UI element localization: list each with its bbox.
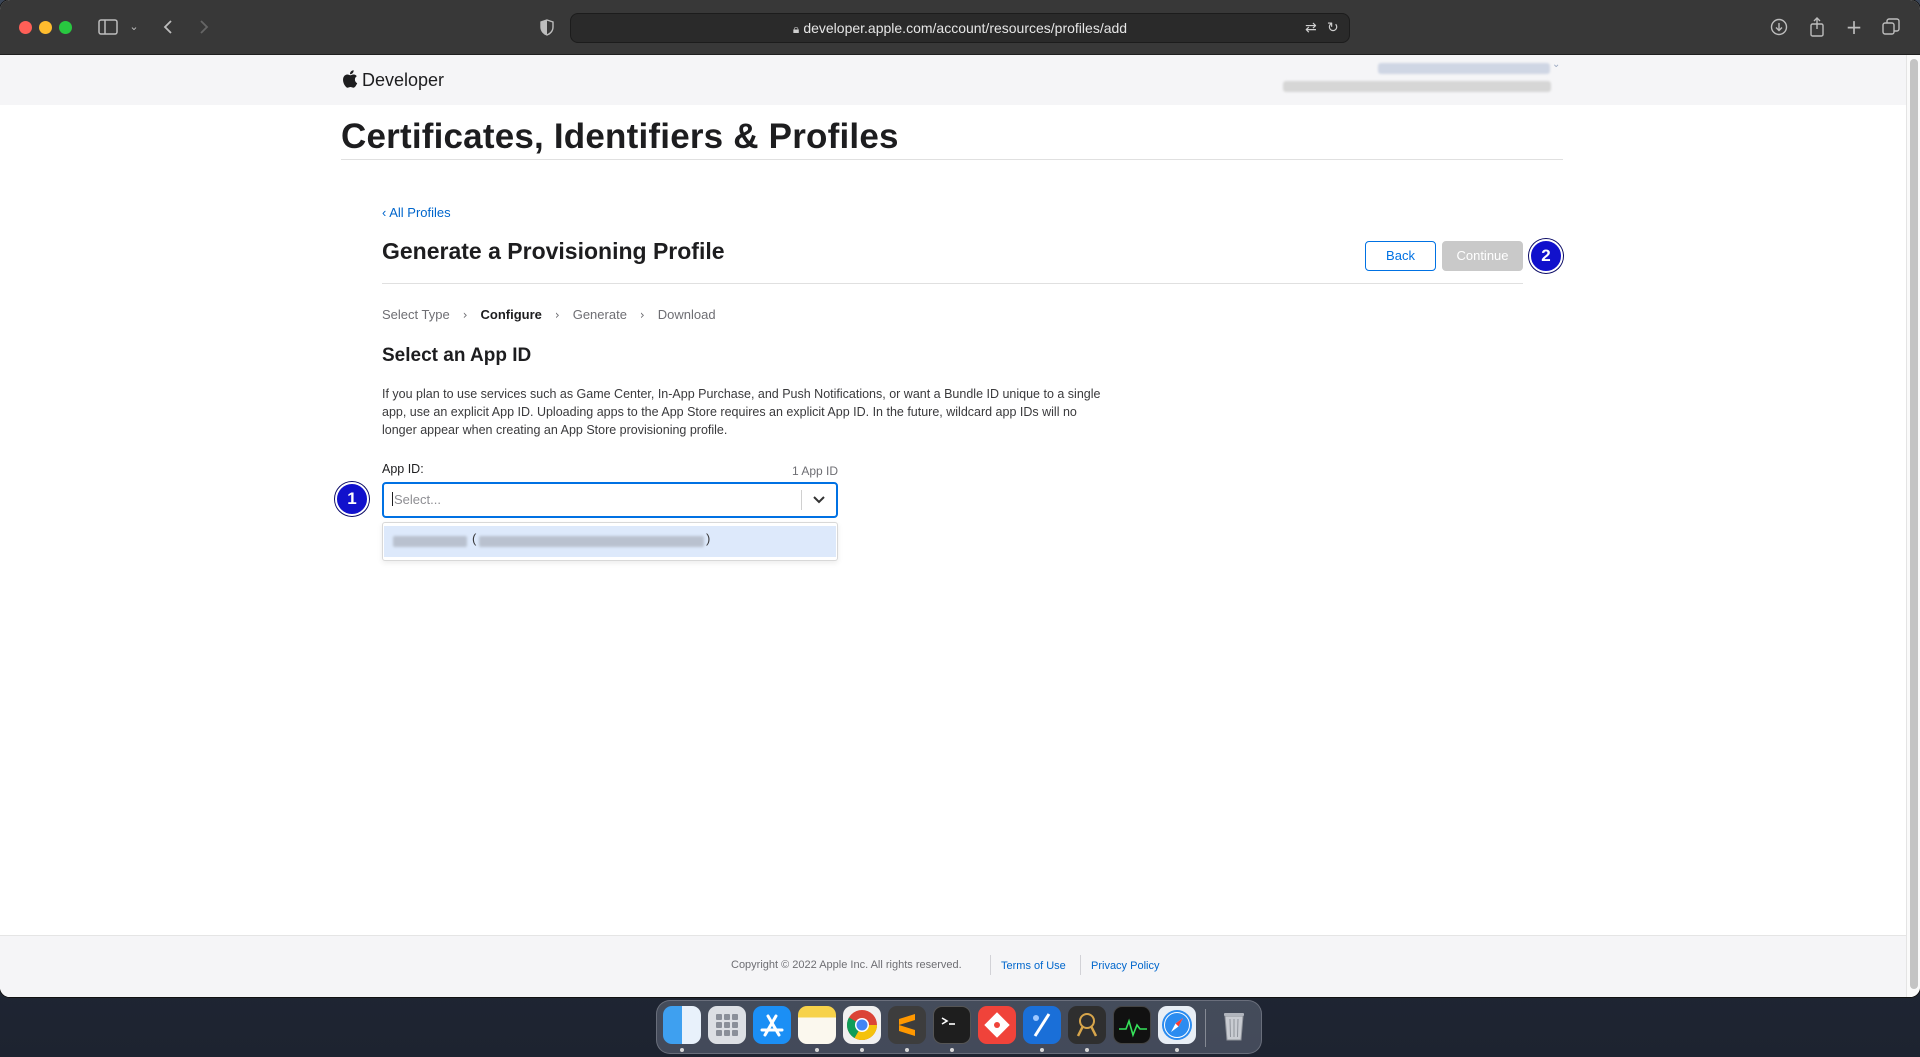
xcode-icon[interactable]	[1023, 1006, 1061, 1044]
chevron-right-icon: ›	[639, 308, 645, 322]
finder-icon[interactable]	[663, 1006, 701, 1044]
back-arrow-icon[interactable]	[158, 14, 178, 40]
developer-logo[interactable]: Developer	[342, 65, 444, 95]
dropdown-option[interactable]: ( )	[384, 526, 836, 557]
page-title: Certificates, Identifiers & Profiles	[341, 117, 899, 156]
privacy-policy-link[interactable]: Privacy Policy	[1091, 960, 1159, 972]
privacy-shield-icon[interactable]	[536, 14, 558, 40]
section-title: Generate a Provisioning Profile	[382, 238, 725, 264]
trash-icon[interactable]	[1215, 1006, 1253, 1044]
running-indicator	[860, 1048, 864, 1052]
annotation-badge-1: 1	[335, 482, 369, 516]
step-generate: Generate	[572, 307, 627, 322]
chevron-right-icon: ›	[462, 308, 468, 322]
select-separator	[801, 490, 802, 510]
section-divider	[382, 283, 1523, 284]
lock-icon: 🔒︎	[792, 22, 800, 36]
close-window-button[interactable]	[19, 21, 32, 34]
git-client-icon[interactable]	[978, 1006, 1016, 1044]
dock	[656, 1000, 1262, 1054]
terminal-icon[interactable]	[933, 1006, 971, 1044]
scrollbar-thumb[interactable]	[1910, 59, 1918, 989]
open-paren: (	[472, 531, 477, 546]
running-indicator	[1040, 1048, 1044, 1052]
reload-icon[interactable]: ↻	[1327, 14, 1339, 42]
app-store-icon[interactable]	[753, 1006, 791, 1044]
step-configure: Configure	[480, 307, 542, 322]
running-indicator	[1175, 1048, 1179, 1052]
app-id-dropdown: ( )	[382, 522, 838, 561]
footer-separator	[990, 955, 991, 975]
chrome-icon[interactable]	[843, 1006, 881, 1044]
downloads-icon[interactable]	[1768, 14, 1790, 40]
copyright-text: Copyright © 2022 Apple Inc. All rights r…	[731, 959, 962, 971]
all-profiles-link[interactable]: ‹ All Profiles	[382, 205, 451, 220]
step-select-type: Select Type	[382, 307, 450, 322]
running-indicator	[950, 1048, 954, 1052]
share-icon[interactable]	[1806, 14, 1828, 40]
notes-icon[interactable]	[798, 1006, 836, 1044]
back-button[interactable]: Back	[1365, 241, 1436, 271]
sublime-text-icon[interactable]	[888, 1006, 926, 1044]
launchpad-icon[interactable]	[708, 1006, 746, 1044]
forward-arrow-icon[interactable]	[194, 14, 214, 40]
chevron-right-icon: ›	[554, 308, 560, 322]
account-name-redacted[interactable]	[1378, 63, 1550, 74]
apple-logo-icon	[343, 70, 358, 88]
bundle-id-redacted	[479, 536, 704, 547]
account-chevron-icon[interactable]: ⌄	[1552, 59, 1560, 70]
step-breadcrumb: Select Type › Configure › Generate › Download	[382, 307, 716, 322]
sidebar-toggle-icon[interactable]	[96, 14, 120, 40]
instruments-icon[interactable]	[1068, 1006, 1106, 1044]
minimize-window-button[interactable]	[39, 21, 52, 34]
new-tab-icon[interactable]: +	[1843, 14, 1865, 40]
brand-text: Developer	[362, 70, 445, 90]
app-id-count: 1 App ID	[791, 464, 838, 478]
vertical-scrollbar[interactable]	[1906, 55, 1920, 997]
address-bar[interactable]: 🔒︎ developer.apple.com/account/resources/…	[570, 13, 1350, 43]
app-id-select[interactable]: Select...	[382, 482, 838, 518]
zoom-window-button[interactable]	[59, 21, 72, 34]
activity-monitor-icon[interactable]	[1113, 1006, 1151, 1044]
global-nav: Developer ⌄	[0, 55, 1906, 105]
chevron-down-icon[interactable]	[808, 490, 830, 510]
web-page: Developer ⌄ Certificates, Identifiers & …	[0, 55, 1906, 997]
description-text: If you plan to use services such as Game…	[382, 387, 1101, 437]
running-indicator	[815, 1048, 819, 1052]
title-divider	[341, 159, 1563, 160]
browser-toolbar: ⌄ 🔒︎ developer.apple.com/account/resource…	[0, 0, 1920, 55]
team-name-redacted	[1283, 81, 1551, 92]
tab-overview-icon[interactable]	[1880, 14, 1902, 40]
running-indicator	[680, 1048, 684, 1052]
chevron-down-icon[interactable]: ⌄	[126, 14, 142, 40]
subsection-title: Select an App ID	[382, 345, 532, 366]
continue-button[interactable]: Continue	[1442, 241, 1523, 271]
running-indicator	[1085, 1048, 1089, 1052]
translate-icon[interactable]: ⇄	[1305, 14, 1317, 42]
safari-icon[interactable]	[1158, 1006, 1196, 1044]
step-download: Download	[657, 307, 716, 322]
app-id-label: App ID:	[382, 462, 424, 476]
app-name-redacted	[393, 536, 467, 547]
footer-separator	[1080, 955, 1081, 975]
close-paren: )	[706, 531, 711, 546]
select-placeholder: Select...	[394, 492, 441, 507]
browser-window: ⌄ 🔒︎ developer.apple.com/account/resource…	[0, 0, 1920, 997]
terms-of-use-link[interactable]: Terms of Use	[1001, 960, 1066, 972]
url-text: developer.apple.com/account/resources/pr…	[803, 20, 1128, 36]
annotation-badge-2: 2	[1529, 239, 1563, 273]
running-indicator	[905, 1048, 909, 1052]
dock-divider	[1205, 1009, 1206, 1047]
footer: Copyright © 2022 Apple Inc. All rights r…	[0, 935, 1906, 997]
